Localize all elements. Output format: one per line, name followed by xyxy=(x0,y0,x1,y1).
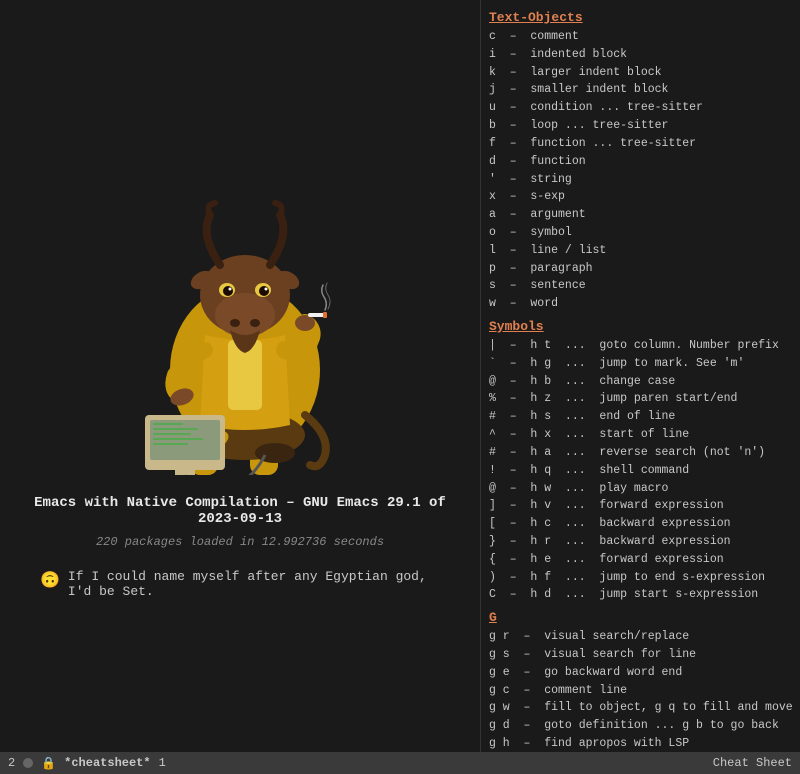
quote-text: If I could name myself after any Egyptia… xyxy=(68,569,440,599)
menu-item: d – function xyxy=(489,153,792,171)
packages-info: 220 packages loaded in 12.992736 seconds xyxy=(96,535,384,549)
menu-item: { – h e ... forward expression xyxy=(489,551,792,569)
menu-item: @ – h b ... change case xyxy=(489,373,792,391)
menu-item: x – s-exp xyxy=(489,188,792,206)
status-num: 2 xyxy=(8,756,15,770)
menu-item: g h – find apropos with LSP xyxy=(489,735,792,753)
status-dot xyxy=(23,758,33,768)
status-lock: 🔒 xyxy=(41,756,56,771)
right-panel[interactable]: Text-Objects c – commenti – indented bloc… xyxy=(480,0,800,774)
menu-item: ] – h v ... forward expression xyxy=(489,497,792,515)
menu-item: ` – h g ... jump to mark. See 'm' xyxy=(489,355,792,373)
menu-item: ) – h f ... jump to end s-expression xyxy=(489,569,792,587)
menu-item: ^ – h x ... start of line xyxy=(489,426,792,444)
quote-icon: 🙃 xyxy=(40,570,60,590)
menu-item: o – symbol xyxy=(489,224,792,242)
status-mode: Cheat Sheet xyxy=(713,756,792,770)
emacs-title: Emacs with Native Compilation – GNU Emac… xyxy=(20,495,460,527)
menu-item: g r – visual search/replace xyxy=(489,628,792,646)
menu-item: f – function ... tree-sitter xyxy=(489,135,792,153)
menu-item: [ – h c ... backward expression xyxy=(489,515,792,533)
menu-item: g s – visual search for line xyxy=(489,646,792,664)
gnu-image xyxy=(90,175,390,475)
menu-item: @ – h w ... play macro xyxy=(489,480,792,498)
menu-item: # – h s ... end of line xyxy=(489,408,792,426)
menu-item: } – h r ... backward expression xyxy=(489,533,792,551)
menu-item: w – word xyxy=(489,295,792,313)
left-panel: Emacs with Native Compilation – GNU Emac… xyxy=(0,0,480,774)
menu-item: i – indented block xyxy=(489,46,792,64)
menu-item: g e – go backward word end xyxy=(489,664,792,682)
section-title-text-objects: Text-Objects xyxy=(489,10,792,25)
menu-item: u – condition ... tree-sitter xyxy=(489,99,792,117)
menu-item: ! – h q ... shell command xyxy=(489,462,792,480)
status-mode-num: 1 xyxy=(159,756,166,770)
status-buffer: *cheatsheet* xyxy=(64,756,150,770)
menu-item: c – comment xyxy=(489,28,792,46)
menu-item: k – larger indent block xyxy=(489,64,792,82)
menu-item: b – loop ... tree-sitter xyxy=(489,117,792,135)
menu-item: g d – goto definition ... g b to go back xyxy=(489,717,792,735)
menu-item: p – paragraph xyxy=(489,260,792,278)
menu-item: g c – comment line xyxy=(489,682,792,700)
menu-item: j – smaller indent block xyxy=(489,81,792,99)
section-title-symbols: Symbols xyxy=(489,319,792,334)
menu-item: # – h a ... reverse search (not 'n') xyxy=(489,444,792,462)
menu-item: g w – fill to object, g q to fill and mo… xyxy=(489,699,792,717)
menu-item: | – h t ... goto column. Number prefix xyxy=(489,337,792,355)
main-wrapper: Emacs with Native Compilation – GNU Emac… xyxy=(0,0,800,752)
menu-item: C – h d ... jump start s-expression xyxy=(489,586,792,604)
status-bar: 2 🔒 *cheatsheet* 1 Cheat Sheet xyxy=(0,752,800,774)
section-title-g-section: G xyxy=(489,610,792,625)
menu-item: ' – string xyxy=(489,171,792,189)
menu-item: % – h z ... jump paren start/end xyxy=(489,390,792,408)
menu-item: l – line / list xyxy=(489,242,792,260)
menu-item: a – argument xyxy=(489,206,792,224)
menu-item: s – sentence xyxy=(489,277,792,295)
quote-line: 🙃 If I could name myself after any Egypt… xyxy=(20,569,460,599)
